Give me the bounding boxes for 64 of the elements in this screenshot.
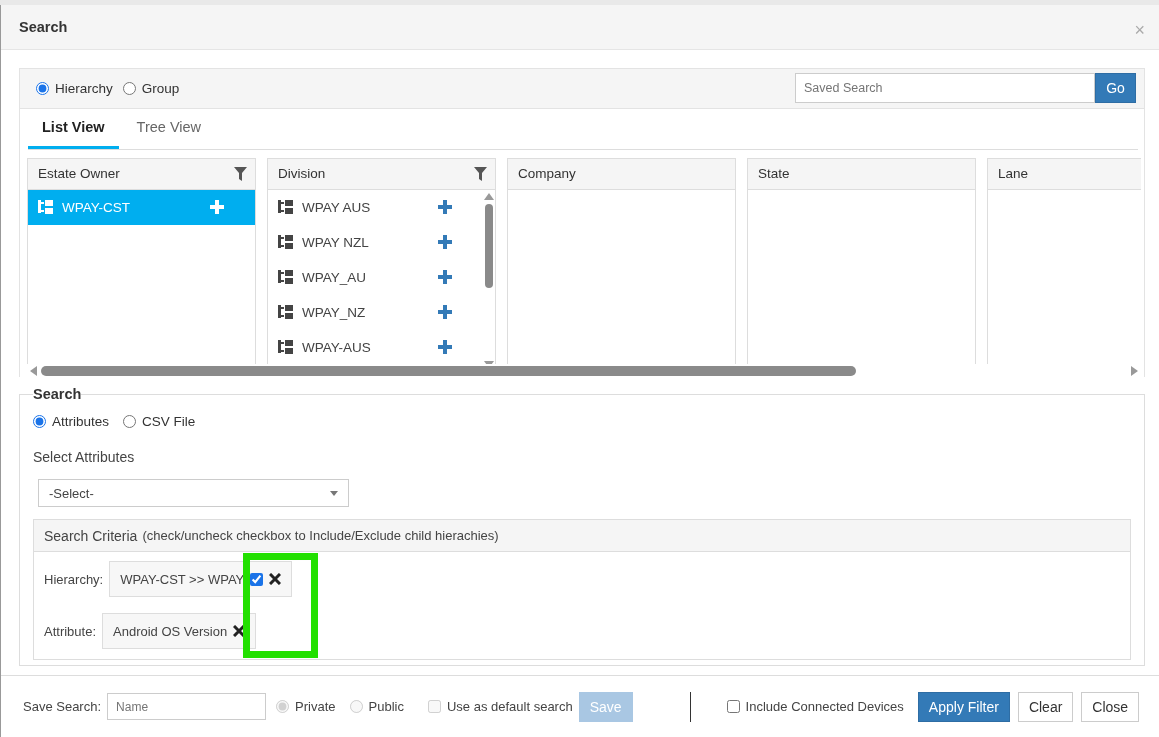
scroll-up-icon[interactable] [484,192,494,200]
field-label: Attribute: [44,623,97,639]
tab[interactable]: Tree View [122,107,216,149]
plus-icon[interactable] [437,304,453,321]
tag-text: WPAY-CST >> WPAY [120,571,245,587]
list-item[interactable]: WPAY NZL [268,224,483,260]
caret-icon [330,490,338,496]
section-title: Search [33,386,82,402]
go-button[interactable]: Go [1095,73,1136,104]
radio-button[interactable] [123,415,137,428]
radio-label: Group [141,80,180,96]
name-field[interactable]: Name [107,693,267,720]
hint-text: (check/uncheck checkbox to Include/Exclude child hierachies) [142,528,499,543]
dialog-title: Search [19,19,68,35]
hierarchy-icon [278,340,294,355]
radio-button[interactable] [33,415,46,428]
dialog-button[interactable]: Close [1081,691,1140,722]
column-header: Company [518,166,576,182]
column-header: State [758,166,790,182]
column-header: Division [278,166,326,182]
tag-text: Android OS Version [113,623,228,639]
field-label: Hierarchy: [44,571,104,587]
scrollbar[interactable] [30,365,1138,377]
radio-button[interactable] [36,81,49,95]
remove-icon[interactable] [269,573,282,585]
radio-label: Hierarchy [55,80,113,96]
radio-button[interactable] [122,81,136,95]
plus-icon[interactable] [437,339,453,356]
plus-icon[interactable] [437,269,453,286]
plus-icon[interactable] [437,199,453,216]
list-item[interactable]: WPAY AUS [268,189,483,225]
filter-icon[interactable] [234,166,247,181]
scroll-left-icon[interactable] [30,366,37,377]
hierarchy-icon [278,305,294,320]
filter-icon[interactable] [474,166,487,181]
hierarchy-icon [278,270,294,285]
panel-title: Search Criteria [44,527,138,544]
column-header: Lane [998,166,1029,182]
list-item[interactable]: WPAY_NZ [268,294,483,330]
checkbox-label: Use as default search [446,699,573,714]
field-label: Select Attributes [33,449,136,465]
radio-label: Attributes [52,414,110,429]
scroll-right-icon[interactable] [1131,366,1138,377]
plus-icon[interactable] [209,199,225,216]
dialog-button[interactable]: Clear [1017,691,1074,722]
checkbox[interactable] [250,572,264,586]
radio-label: Private [295,699,336,714]
attribute-dropdown[interactable]: -Select- [38,479,349,507]
saved-search-field[interactable]: Saved Search [795,73,1095,104]
plus-icon[interactable] [437,234,453,251]
radio-label: CSV File [142,414,196,429]
hierarchy-icon [278,235,294,250]
checkbox-label: Include Connected Devices [745,699,904,714]
radio-label: Public [368,699,404,714]
tab[interactable]: List View [28,107,119,149]
column-header: Estate Owner [38,166,120,182]
list-item[interactable]: WPAY-AUS [268,329,483,365]
remove-icon[interactable] [233,625,246,637]
list-item[interactable]: WPAY_AU [268,259,483,295]
field-label: Save Search: [23,699,102,714]
hierarchy-icon [38,200,54,215]
checkbox[interactable] [726,700,740,713]
apply-filter-button[interactable]: Apply Filter [917,691,1010,722]
hierarchy-icon [278,200,294,215]
